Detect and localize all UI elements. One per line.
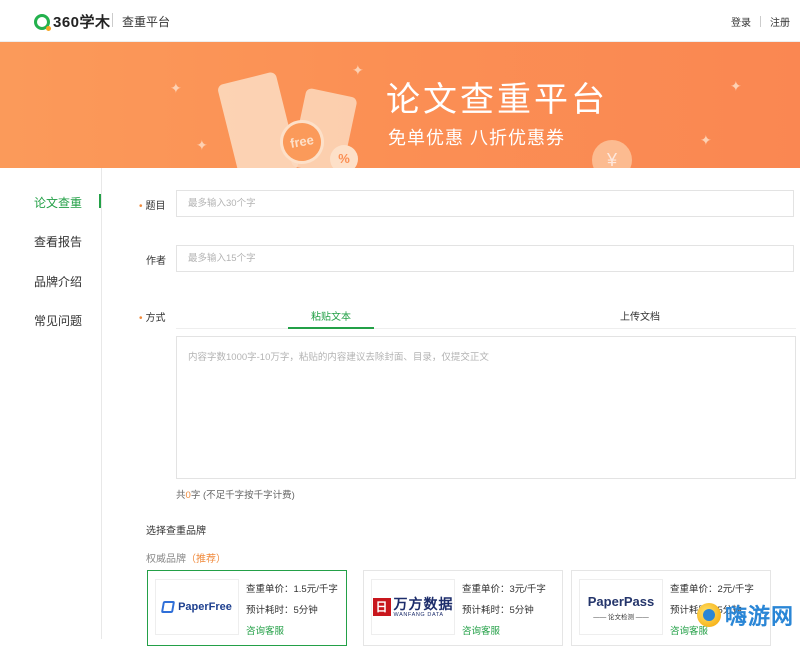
paperpass-logo-text: PaperPass: [587, 593, 655, 609]
brand-category: 权威品牌（推荐）: [146, 550, 226, 565]
paperpass-logo-mark: PaperPass —— 论文检测 ——: [588, 594, 655, 621]
sparkle-icon: ✦: [730, 78, 742, 94]
header-divider: [112, 13, 113, 27]
wanfang-logo-text: 万方数据 WANFANG DATA: [393, 595, 454, 618]
word-count-suffix: 字 (不足千字按千字计费): [190, 490, 295, 501]
banner-subtitle: 免单优惠 八折优惠券: [388, 128, 566, 148]
promo-banner[interactable]: free % ¥ ✦ ✦ ✦ ✦ ✦ 论文查重平台 免单优惠 八折优惠券: [0, 42, 800, 168]
watermark-text: 嗨游网: [724, 604, 794, 629]
brand-price: 查重单价：3元/千字: [462, 584, 546, 595]
brand-section-title: 选择查重品牌: [146, 526, 206, 537]
author-label: 作者: [146, 256, 166, 267]
brand-price: 查重单价：1.5元/千字: [246, 584, 338, 595]
banner-title: 论文查重平台: [386, 81, 608, 119]
tab-upload-doc[interactable]: 上传文档: [620, 308, 660, 323]
title-label: • 题目: [139, 197, 166, 212]
word-count: 共0字 (不足千字按千字计费): [176, 487, 295, 501]
register-link[interactable]: 注册: [770, 14, 790, 29]
watermark-logo-icon: [696, 603, 721, 627]
tab-active-underline: [288, 327, 374, 329]
brand-card-paperfree[interactable]: PaperFree 查重单价：1.5元/千字 预计耗时：5分钟 咨询客服: [147, 570, 347, 646]
paperpass-logo: PaperPass —— 论文检测 ——: [579, 579, 663, 635]
title-label-text: 题目: [145, 201, 166, 212]
sidebar-active-marker: [99, 194, 101, 208]
sidebar-item-reports[interactable]: 查看报告: [34, 233, 82, 250]
sparkle-icon: ✦: [352, 62, 364, 78]
brand-price: 查重单价：2元/千字: [670, 584, 754, 595]
sparkle-icon: ✦: [196, 137, 208, 153]
required-mark: •: [139, 201, 143, 212]
sidebar-item-check[interactable]: 论文查重: [34, 194, 82, 211]
book-icon: [161, 601, 176, 613]
sidebar: 论文查重 查看报告 品牌介绍 常见问题: [0, 168, 102, 639]
wanfang-icon: 日: [372, 598, 391, 616]
paperfree-logo-text: PaperFree: [178, 601, 232, 613]
login-link[interactable]: 登录: [731, 14, 751, 29]
brand-card-wanfang[interactable]: 日 万方数据 WANFANG DATA 查重单价：3元/千字 预计耗时：5分钟 …: [363, 570, 563, 646]
sparkle-icon: ✦: [700, 132, 712, 148]
brand-card-info: 查重单价：1.5元/千字 预计耗时：5分钟 咨询客服: [246, 579, 338, 642]
brand-card-info: 查重单价：3元/千字 预计耗时：5分钟 咨询客服: [462, 579, 546, 642]
site-logo[interactable]: 360学木: [34, 11, 111, 32]
author-input[interactable]: [176, 245, 794, 272]
brand-time: 预计耗时：5分钟: [462, 605, 534, 616]
method-label-text: 方式: [145, 313, 166, 324]
sidebar-item-faq[interactable]: 常见问题: [34, 312, 82, 329]
brand-category-label: 权威品牌: [146, 554, 186, 565]
brand-time: 预计耗时：5分钟: [246, 605, 318, 616]
logo-text: 360学木: [53, 14, 111, 31]
required-mark: •: [139, 313, 143, 324]
recommend-tag: （推荐）: [186, 554, 226, 565]
top-bar: 360学木 查重平台 登录 注册: [0, 0, 800, 42]
sidebar-item-brands[interactable]: 品牌介绍: [34, 273, 82, 290]
tabs-divider: [176, 328, 796, 329]
yen-coin-icon: ¥: [592, 140, 632, 168]
word-count-prefix: 共: [176, 490, 186, 501]
paperfree-logo-mark: PaperFree: [161, 601, 232, 613]
paperfree-logo: PaperFree: [155, 579, 239, 635]
auth-links: 登录 注册: [731, 14, 790, 29]
paperpass-logo-sub: —— 论文检测 ——: [593, 613, 649, 621]
wanfang-logo-mark: 日 万方数据 WANFANG DATA: [372, 595, 454, 618]
wanfang-logo-en: WANFANG DATA: [393, 611, 444, 618]
sparkle-icon: ✦: [170, 80, 182, 96]
method-label: • 方式: [139, 309, 166, 324]
wanfang-logo-cn: 万方数据: [393, 595, 454, 612]
logo-mark-icon: [34, 13, 51, 31]
platform-title: 查重平台: [122, 15, 171, 29]
auth-divider: [760, 16, 761, 27]
tab-paste-text[interactable]: 粘贴文本: [311, 308, 351, 323]
wanfang-logo: 日 万方数据 WANFANG DATA: [371, 579, 455, 635]
title-input[interactable]: [176, 190, 794, 217]
percent-coin-icon: %: [330, 145, 358, 168]
site-watermark: 嗨游网: [696, 599, 794, 631]
content-textarea[interactable]: [176, 336, 796, 479]
